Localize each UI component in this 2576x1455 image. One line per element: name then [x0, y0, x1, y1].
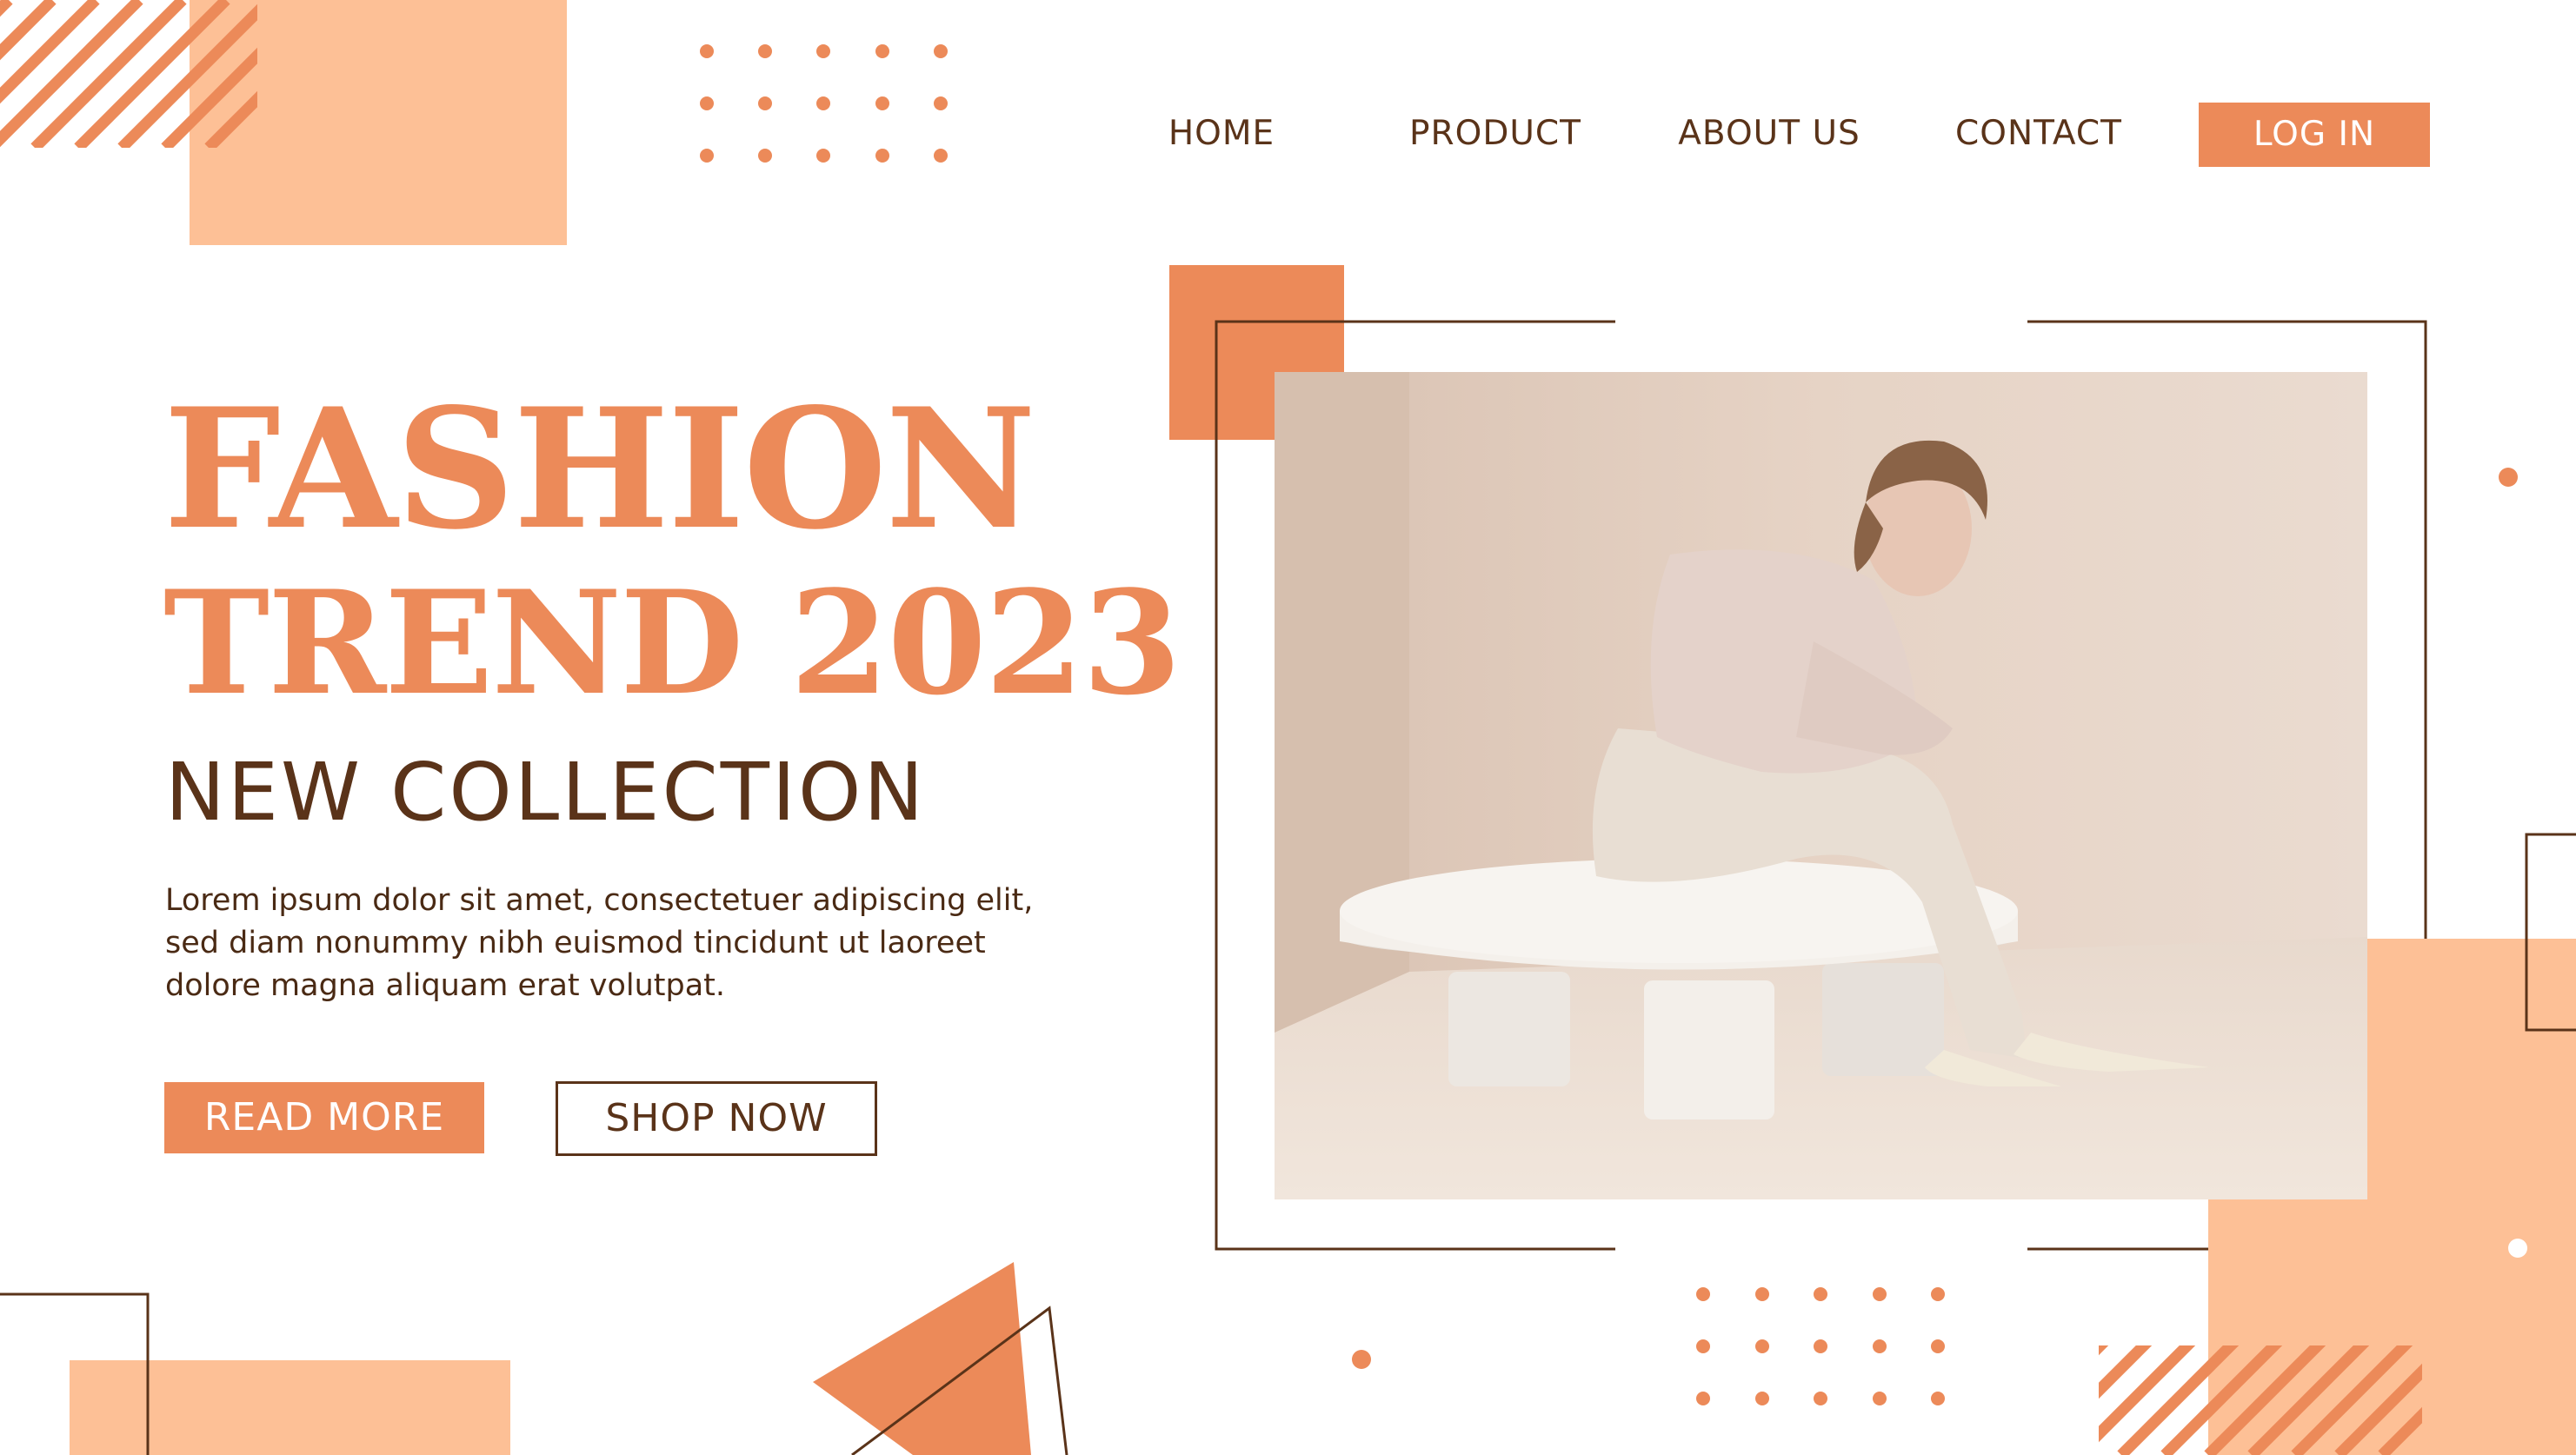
triangle-filled	[813, 1262, 1031, 1455]
peach-block-bottom-left	[70, 1360, 510, 1455]
dot-right-white	[2508, 1239, 2527, 1258]
nav-product-link[interactable]: PRODUCT	[1400, 111, 1591, 156]
dot-bottom-center	[1352, 1350, 1371, 1369]
dot-right-orange	[2499, 468, 2518, 487]
hero-subtitle: NEW COLLECTION	[165, 746, 927, 839]
hero-description-line1: Lorem ipsum dolor sit amet, consectetuer…	[165, 883, 1034, 918]
nav-home-link[interactable]: HOME	[1148, 111, 1295, 156]
hero-title-line1: FASHION	[163, 372, 1036, 566]
login-button[interactable]: LOG IN	[2199, 103, 2430, 167]
nav-about-link[interactable]: ABOUT US	[1669, 111, 1869, 156]
hero-description: Lorem ipsum dolor sit amet, consectetuer…	[165, 880, 1122, 1007]
hero-title-line2: TREND 2023	[163, 559, 1181, 727]
nav-contact-link[interactable]: CONTACT	[1947, 111, 2130, 156]
shop-now-button[interactable]: SHOP NOW	[556, 1081, 877, 1156]
peach-block-top-left	[190, 0, 567, 245]
fashion-model-photo	[1275, 372, 2367, 1199]
hero-description-line3: dolore magna aliquam erat volutpat.	[165, 968, 726, 1003]
dot-grid-top	[700, 44, 948, 163]
dot-grid-bottom	[1696, 1287, 1945, 1405]
hero-description-line2: sed diam nonummy nibh euismod tincidunt …	[165, 926, 986, 960]
read-more-button[interactable]: READ MORE	[164, 1082, 484, 1153]
